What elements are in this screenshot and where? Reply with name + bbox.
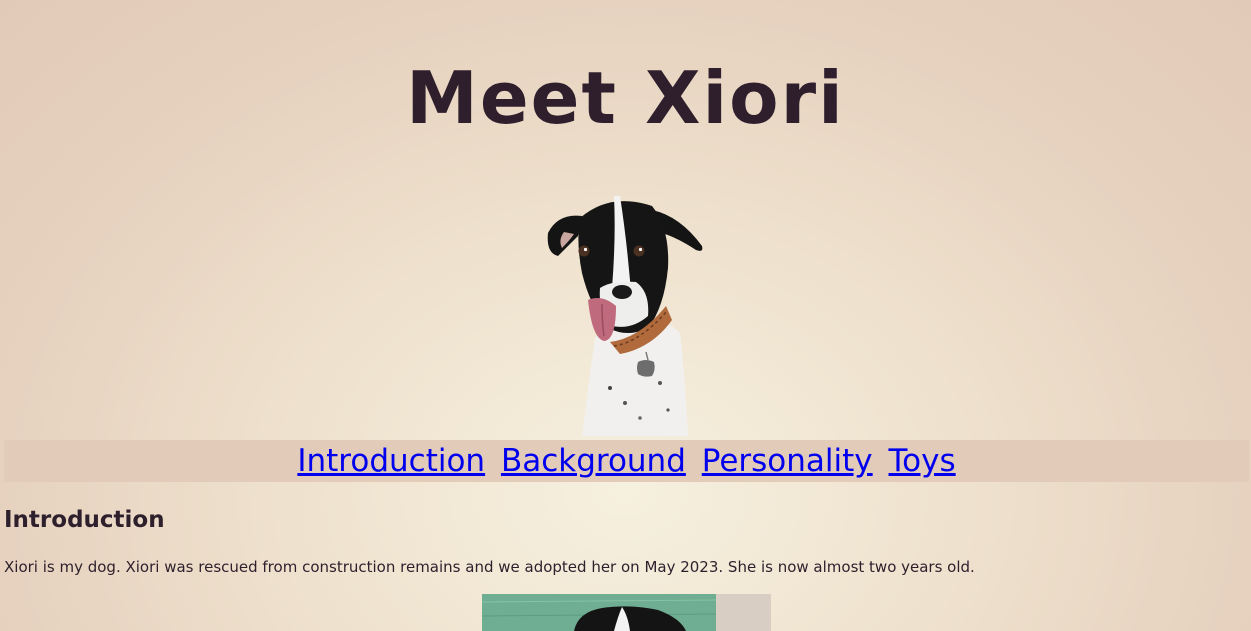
introduction-text: Xiori is my dog. Xiori was rescued from … xyxy=(4,558,975,576)
introduction-heading: Introduction xyxy=(4,507,165,533)
dog-hero-image xyxy=(547,196,703,436)
nav-link-background[interactable]: Background xyxy=(501,443,686,479)
page-title: Meet Xiori xyxy=(406,56,845,140)
nav-link-toys[interactable]: Toys xyxy=(889,443,956,479)
nav-link-introduction[interactable]: Introduction xyxy=(297,443,485,479)
section-nav: Introduction Background Personality Toys xyxy=(4,440,1249,482)
nav-link-personality[interactable]: Personality xyxy=(702,443,873,479)
dog-photo xyxy=(482,594,771,631)
